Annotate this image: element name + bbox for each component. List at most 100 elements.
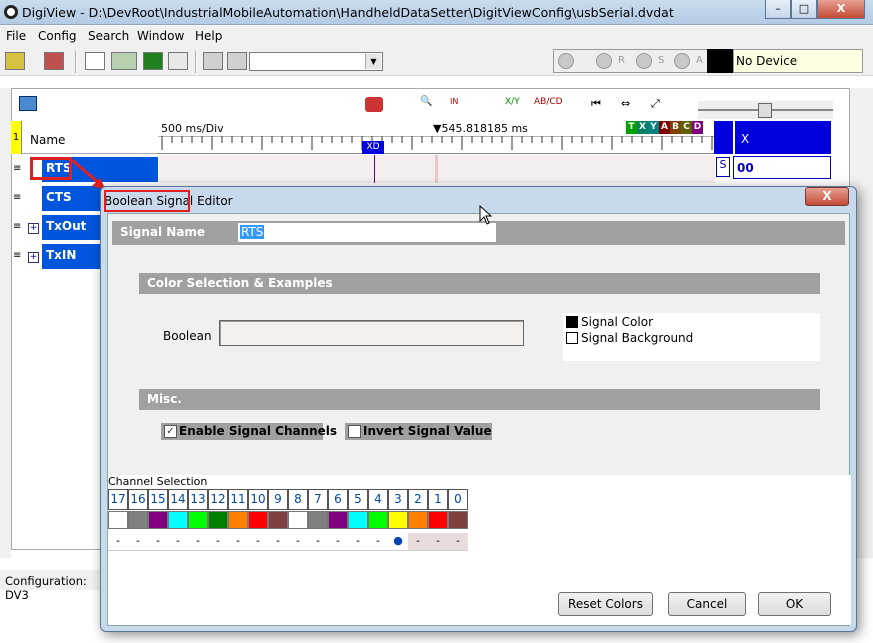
channel-select[interactable]: - — [308, 533, 328, 551]
save-capture-icon[interactable] — [44, 52, 64, 70]
signal-background-swatch[interactable] — [566, 332, 578, 344]
chevron-down-icon[interactable]: ▼ — [365, 54, 381, 69]
channel-color[interactable] — [128, 511, 148, 529]
slider-thumb[interactable] — [758, 103, 772, 118]
channel-color[interactable] — [428, 511, 448, 529]
reset-colors-button[interactable]: Reset Colors — [558, 592, 653, 616]
signal-name-input[interactable]: RTS — [238, 223, 496, 242]
channel-select[interactable]: - — [288, 533, 308, 551]
zoom-icon[interactable]: 🔍 — [420, 96, 432, 107]
search-next-icon[interactable] — [227, 52, 247, 70]
stop-icon[interactable] — [636, 53, 652, 69]
fit-icon[interactable]: ⇔ — [621, 97, 630, 110]
channel-color[interactable] — [248, 511, 268, 529]
ok-button[interactable]: OK — [758, 592, 831, 616]
channel-select[interactable]: - — [428, 533, 448, 551]
channel-select[interactable]: - — [228, 533, 248, 551]
open-folder-icon[interactable] — [5, 52, 25, 70]
drag-handle-icon[interactable]: ≡ — [13, 163, 21, 174]
channel-number[interactable]: 9 — [268, 489, 288, 510]
channel-select[interactable]: - — [188, 533, 208, 551]
bus-icon[interactable] — [111, 52, 137, 70]
menu-window[interactable]: Window — [137, 29, 184, 43]
channel-color[interactable] — [308, 511, 328, 529]
enable-channels-checkbox[interactable]: ✓ — [164, 425, 177, 438]
channel-color[interactable] — [288, 511, 308, 529]
export-icon[interactable] — [168, 52, 188, 70]
channel-number[interactable]: 15 — [148, 489, 168, 510]
channel-color[interactable] — [188, 511, 208, 529]
channel-number[interactable]: 10 — [248, 489, 268, 510]
enable-channels-option[interactable]: ✓ Enable Signal Channels — [161, 423, 337, 440]
drag-handle-icon[interactable]: ≡ — [13, 221, 21, 232]
channel-select[interactable]: - — [268, 533, 288, 551]
channel-number[interactable]: 3 — [388, 489, 408, 510]
invert-value-option[interactable]: Invert Signal Value — [345, 423, 492, 440]
menu-search[interactable]: Search — [88, 29, 129, 43]
row-toggle[interactable]: S — [716, 157, 730, 177]
xy-cursor-icon[interactable]: X/Y — [505, 97, 520, 107]
search-combo[interactable]: ▼ — [249, 52, 383, 71]
channel-select[interactable]: - — [328, 533, 348, 551]
channel-number[interactable]: 6 — [328, 489, 348, 510]
zoom-slider[interactable] — [698, 101, 833, 119]
column-toggle[interactable] — [714, 121, 733, 154]
channel-color[interactable] — [448, 511, 468, 529]
cancel-button[interactable]: Cancel — [668, 592, 746, 616]
dialog-close-button[interactable]: X — [805, 187, 849, 206]
channel-number[interactable]: 2 — [408, 489, 428, 510]
signal-color-swatch[interactable] — [566, 316, 578, 328]
terminal-icon[interactable] — [143, 52, 163, 70]
channel-select[interactable]: - — [128, 533, 148, 551]
menu-file[interactable]: File — [6, 29, 26, 43]
drag-handle-icon[interactable]: ≡ — [13, 250, 21, 261]
play-icon[interactable] — [596, 53, 612, 69]
channel-color[interactable] — [168, 511, 188, 529]
maximize-button[interactable]: □ — [791, 0, 817, 19]
channel-color[interactable] — [368, 511, 388, 529]
channel-select[interactable]: - — [168, 533, 188, 551]
channel-number[interactable]: 5 — [348, 489, 368, 510]
channel-number[interactable]: 0 — [448, 489, 468, 510]
channel-select[interactable]: - — [448, 533, 468, 551]
menu-config[interactable]: Config — [38, 29, 77, 43]
channel-select[interactable]: - — [148, 533, 168, 551]
channel-color[interactable] — [388, 511, 408, 529]
channel-color[interactable] — [228, 511, 248, 529]
channel-number[interactable]: 16 — [128, 489, 148, 510]
boolean-color-preview[interactable] — [219, 320, 524, 346]
measure-icon[interactable]: ⤢ — [651, 97, 660, 111]
channel-number[interactable]: 17 — [108, 489, 128, 510]
channel-select[interactable]: ● — [388, 533, 408, 551]
window-icon[interactable] — [85, 52, 105, 70]
chart-icon[interactable] — [19, 96, 37, 111]
minimize-button[interactable]: – — [765, 0, 791, 19]
close-button[interactable]: X — [817, 0, 865, 19]
zoom-in-out-icon[interactable]: IN — [450, 97, 466, 111]
channel-number[interactable]: 4 — [368, 489, 388, 510]
run-icon[interactable] — [558, 53, 574, 69]
expand-icon[interactable]: + — [28, 252, 39, 263]
channel-color[interactable] — [148, 511, 168, 529]
invert-value-checkbox[interactable] — [348, 425, 361, 438]
goto-start-icon[interactable]: ⏮ — [591, 97, 601, 111]
channel-select[interactable]: - — [408, 533, 428, 551]
channel-select[interactable]: - — [348, 533, 368, 551]
channel-color[interactable] — [268, 511, 288, 529]
channel-color[interactable] — [108, 511, 128, 529]
channel-number[interactable]: 13 — [188, 489, 208, 510]
channel-select[interactable]: - — [208, 533, 228, 551]
channel-color[interactable] — [348, 511, 368, 529]
abcd-cursor-icon[interactable]: AB/CD — [534, 97, 563, 107]
menu-help[interactable]: Help — [195, 29, 222, 43]
channel-select[interactable]: - — [248, 533, 268, 551]
search-prev-icon[interactable] — [203, 52, 223, 70]
abort-icon[interactable] — [674, 53, 690, 69]
expand-icon[interactable]: + — [28, 223, 39, 234]
channel-number[interactable]: 1 — [428, 489, 448, 510]
channel-color[interactable] — [208, 511, 228, 529]
channel-select[interactable]: - — [108, 533, 128, 551]
channel-number[interactable]: 8 — [288, 489, 308, 510]
channel-number[interactable]: 7 — [308, 489, 328, 510]
channel-number[interactable]: 14 — [168, 489, 188, 510]
